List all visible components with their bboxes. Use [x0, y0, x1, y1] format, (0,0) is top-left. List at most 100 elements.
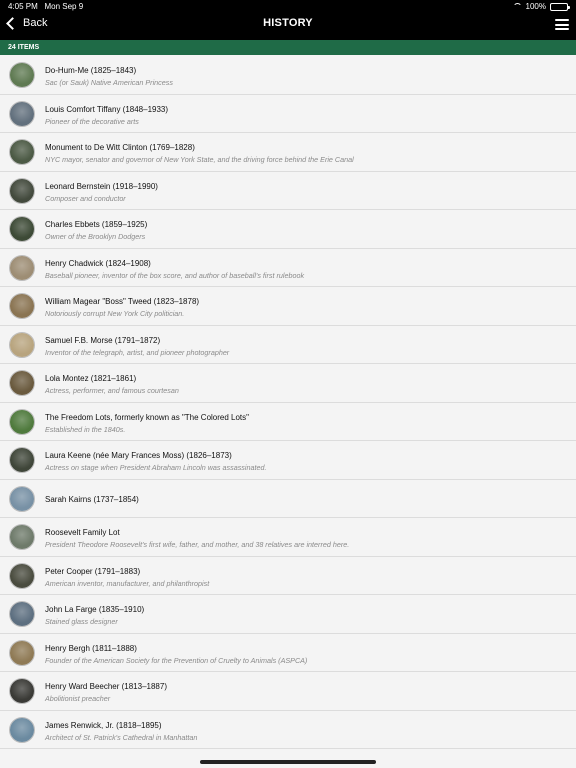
battery-percent: 100% — [525, 2, 546, 11]
item-title: Roosevelt Family Lot — [45, 528, 120, 537]
item-text: Roosevelt Family Lot President Theodore R… — [45, 528, 566, 549]
list-item[interactable]: Peter Cooper (1791–1883) American invento… — [0, 556, 576, 595]
thumbnail-image — [10, 525, 34, 549]
item-subtitle: American inventor, manufacturer, and phi… — [45, 578, 210, 588]
item-text: James Renwick, Jr. (1818–1895) Architect … — [45, 721, 566, 742]
avatar — [9, 716, 35, 743]
avatar — [9, 601, 35, 627]
thumbnail-image — [10, 371, 34, 395]
item-subtitle: Inventor of the telegraph, artist, and p… — [45, 347, 230, 357]
thumbnail-image — [10, 409, 34, 434]
status-time: 4:05 PM — [8, 2, 38, 11]
thumbnail-image — [10, 486, 34, 511]
thumbnail-image — [10, 101, 34, 126]
item-title: Laura Keene (née Mary Frances Moss) (182… — [45, 451, 232, 460]
avatar — [9, 293, 35, 319]
list-item[interactable]: Charles Ebbets (1859–1925) Owner of the B… — [0, 210, 576, 249]
list-item[interactable]: Louis Comfort Tiffany (1848–1933) Pioneer… — [0, 94, 576, 133]
status-time-date: 4:05 PM Mon Sep 9 — [8, 2, 83, 11]
item-text: William Magear "Boss" Tweed (1823–1878) N… — [45, 297, 566, 318]
avatar — [9, 524, 35, 550]
list-item[interactable]: Sarah Kairns (1737–1854) — [0, 479, 576, 518]
avatar — [9, 100, 35, 127]
thumbnail-image — [10, 679, 34, 703]
avatar — [9, 216, 35, 242]
item-subtitle: Sac (or Sauk) Native American Princess — [45, 78, 173, 87]
thumbnail-image — [10, 640, 34, 665]
avatar — [9, 678, 35, 704]
menu-icon-line — [555, 19, 569, 21]
item-text: Do-Hum-Me (1825–1843) Sac (or Sauk) Nativ… — [45, 66, 566, 87]
list-item[interactable]: Lola Montez (1821–1861) Actress, performe… — [0, 364, 576, 403]
item-title: Monument to De Witt Clinton (1769–1828) — [45, 143, 195, 152]
item-title: James Renwick, Jr. (1818–1895) — [45, 720, 162, 730]
item-title: Henry Ward Beecher (1813–1887) — [45, 682, 167, 691]
avatar — [9, 639, 35, 666]
menu-icon-line — [555, 28, 569, 30]
thumbnail-image — [10, 140, 34, 164]
item-subtitle: NYC mayor, senator and governor of New Y… — [45, 155, 354, 164]
item-subtitle: Abolitionist preacher — [45, 694, 111, 703]
hamburger-menu-button[interactable] — [555, 19, 569, 30]
status-right: 100% — [512, 2, 570, 11]
item-title: John La Farge (1835–1910) — [45, 605, 145, 614]
list-item[interactable]: Do-Hum-Me (1825–1843) Sac (or Sauk) Nativ… — [0, 56, 576, 95]
item-subtitle: Pioneer of the decorative arts — [45, 116, 139, 126]
list-item[interactable]: Leonard Bernstein (1918–1990) Composer an… — [0, 171, 576, 210]
item-subtitle: President Theodore Roosevelt's first wif… — [45, 540, 350, 549]
item-text: John La Farge (1835–1910) Stained glass d… — [45, 605, 566, 626]
thumbnail-image — [10, 332, 34, 357]
item-text: Lola Montez (1821–1861) Actress, performe… — [45, 374, 566, 395]
list-item[interactable]: John La Farge (1835–1910) Stained glass d… — [0, 595, 576, 634]
item-subtitle: Founder of the American Society for the … — [45, 655, 308, 665]
thumbnail-image — [10, 217, 34, 241]
thumbnail-image — [10, 717, 34, 742]
item-title: Peter Cooper (1791–1883) — [45, 566, 141, 576]
item-text: Henry Chadwick (1824–1908) Baseball pione… — [45, 259, 566, 280]
avatar — [9, 62, 35, 88]
list-item[interactable]: The Freedom Lots, formerly known as "The… — [0, 402, 576, 441]
list-item[interactable]: William Magear "Boss" Tweed (1823–1878) N… — [0, 287, 576, 326]
item-title: William Magear "Boss" Tweed (1823–1878) — [45, 297, 200, 306]
item-title: The Freedom Lots, formerly known as "The… — [45, 412, 249, 422]
history-list: Do-Hum-Me (1825–1843) Sac (or Sauk) Nativ… — [0, 56, 576, 749]
list-item[interactable]: Henry Bergh (1811–1888) Founder of the Am… — [0, 633, 576, 672]
item-subtitle: Owner of the Brooklyn Dodgers — [45, 232, 146, 241]
list-item[interactable]: Henry Chadwick (1824–1908) Baseball pione… — [0, 248, 576, 287]
avatar — [9, 331, 35, 358]
list-item[interactable]: Henry Ward Beecher (1813–1887) Abolitioni… — [0, 672, 576, 711]
items-count: 24 ITEMS — [8, 44, 40, 51]
list-item[interactable]: Roosevelt Family Lot President Theodore R… — [0, 518, 576, 557]
list-item[interactable]: James Renwick, Jr. (1818–1895) Architect … — [0, 710, 576, 749]
items-count-bar: 24 ITEMS — [0, 40, 576, 55]
item-text: Louis Comfort Tiffany (1848–1933) Pioneer… — [45, 105, 566, 126]
avatar — [9, 370, 35, 396]
item-text: Peter Cooper (1791–1883) American invento… — [45, 567, 566, 588]
item-subtitle: Actress on stage when President Abraham … — [45, 463, 267, 472]
item-title: Samuel F.B. Morse (1791–1872) — [45, 335, 161, 345]
battery-icon — [550, 2, 570, 11]
item-subtitle: Established in the 1840s. — [45, 424, 126, 434]
item-title: Leonard Bernstein (1918–1990) — [45, 181, 158, 191]
thumbnail-image — [10, 294, 34, 318]
thumbnail-image — [10, 178, 34, 203]
list-item[interactable]: Samuel F.B. Morse (1791–1872) Inventor of… — [0, 325, 576, 364]
item-title: Charles Ebbets (1859–1925) — [45, 220, 148, 229]
item-subtitle: Actress, performer, and famous courtesan — [45, 386, 179, 395]
avatar — [9, 562, 35, 589]
item-text: Laura Keene (née Mary Frances Moss) (182… — [45, 451, 566, 472]
avatar — [9, 408, 35, 435]
avatar — [9, 254, 35, 281]
thumbnail-image — [10, 255, 34, 280]
home-indicator[interactable] — [200, 760, 376, 764]
item-subtitle: Baseball pioneer, inventor of the box sc… — [45, 270, 305, 280]
page-title: HISTORY — [263, 17, 313, 29]
item-title: Lola Montez (1821–1861) — [45, 374, 137, 383]
list-item[interactable]: Laura Keene (née Mary Frances Moss) (182… — [0, 441, 576, 480]
list-item[interactable]: Monument to De Witt Clinton (1769–1828) N… — [0, 133, 576, 172]
item-title: Sarah Kairns (1737–1854) — [45, 494, 139, 504]
wifi-icon — [512, 3, 522, 10]
item-subtitle: Composer and conductor — [45, 193, 126, 203]
item-text: Charles Ebbets (1859–1925) Owner of the B… — [45, 220, 566, 241]
item-title: Do-Hum-Me (1825–1843) — [45, 66, 137, 75]
